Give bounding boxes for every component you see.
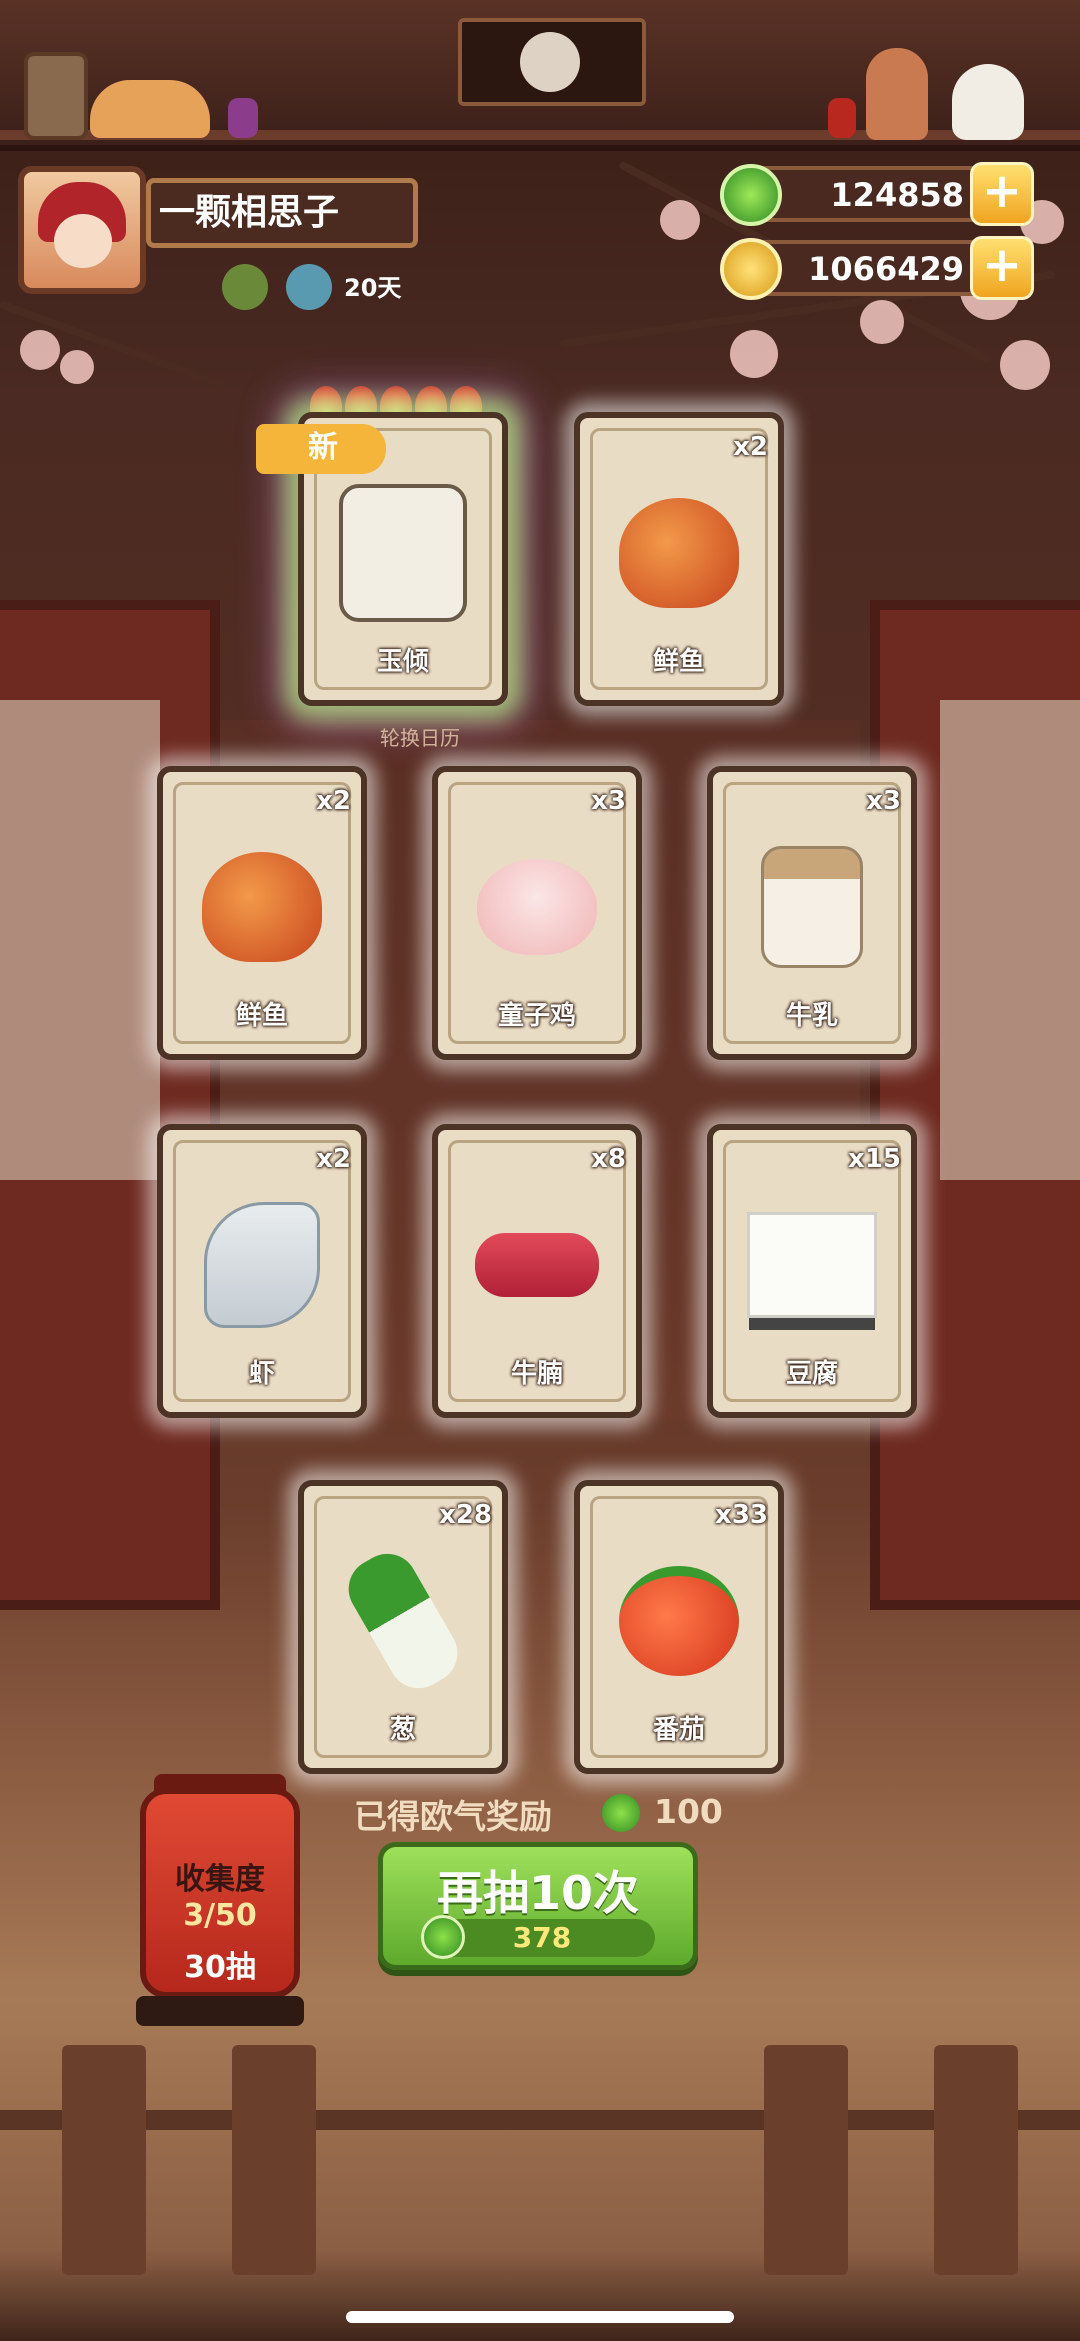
fish-icon [202, 852, 322, 963]
card-2[interactable]: x2 鲜鱼 [157, 766, 367, 1060]
card-label: 玉倾 [376, 647, 429, 677]
fence-post [62, 2045, 146, 2275]
player-name[interactable]: 一颗相思子 [146, 178, 418, 248]
beef-icon [475, 1233, 599, 1298]
card-qty: x3 [866, 786, 901, 816]
collection-draws: 30抽 [184, 1950, 256, 1985]
card-5[interactable]: x2 虾 [157, 1124, 367, 1418]
card-4[interactable]: x3 牛乳 [707, 766, 917, 1060]
card-label: 葱 [389, 1715, 416, 1745]
child-character-icon [866, 48, 928, 140]
card-label: 牛乳 [785, 1001, 838, 1031]
card-1[interactable]: x2 鲜鱼 [574, 412, 784, 706]
reward-value: 100 [654, 1792, 723, 1831]
collection-title: 收集度 [175, 1862, 265, 1897]
left-window-lattice [0, 700, 160, 1180]
add-gold-button[interactable]: + [970, 236, 1034, 300]
card-qty: x28 [439, 1500, 492, 1530]
scroll-box-icon [24, 52, 88, 140]
streak-days: 20天 [344, 274, 402, 302]
jade-coin-icon [720, 164, 782, 226]
lantern-stand [136, 1996, 304, 2026]
fence-rail [0, 2110, 1080, 2130]
card-label: 虾 [248, 1359, 275, 1389]
cup-icon [828, 98, 856, 138]
cup-icon [228, 98, 258, 138]
shrimp-icon [204, 1202, 320, 1329]
jade-amount: 124858 [830, 176, 964, 214]
bowl-reward-icon[interactable] [286, 264, 332, 310]
player-avatar[interactable] [18, 166, 146, 294]
draw-cost-value: 378 [512, 1921, 572, 1954]
card-3[interactable]: x3 童子鸡 [432, 766, 642, 1060]
draw-again-label: 再抽10次 [436, 1866, 639, 1920]
fence-post [232, 2045, 316, 2275]
card-qty: x2 [316, 1144, 351, 1174]
collection-progress: 3/50 [183, 1898, 257, 1933]
jade-currency: 124858 + [720, 162, 1034, 226]
card-qty: x33 [715, 1500, 768, 1530]
card-qty: x3 [591, 786, 626, 816]
add-jade-button[interactable]: + [970, 162, 1034, 226]
blossom-icon [860, 300, 904, 344]
card-qty: x2 [733, 432, 768, 462]
calendar-caption: 轮换日历 [380, 726, 460, 750]
blossom-icon [20, 330, 60, 370]
new-badge: 新 [256, 424, 386, 474]
card-9[interactable]: x33 番茄 [574, 1480, 784, 1774]
white-cat-icon [952, 64, 1024, 140]
collection-lantern-button[interactable]: 收集度 3/50 30抽 [140, 1788, 300, 1998]
card-8[interactable]: x28 葱 [298, 1480, 508, 1774]
card-7[interactable]: x15 豆腐 [707, 1124, 917, 1418]
card-label: 鲜鱼 [235, 1001, 288, 1031]
character-icon [339, 484, 467, 623]
draw-cost: 378 [421, 1915, 655, 1959]
blossom-icon [660, 200, 700, 240]
jade-coin-icon [602, 1794, 640, 1832]
tofu-icon [747, 1212, 877, 1319]
draw-again-button[interactable]: 再抽10次 378 [378, 1842, 698, 1970]
blossom-icon [730, 330, 778, 378]
reward-label: 已得欧气奖励 [354, 1797, 552, 1836]
blossom-icon [60, 350, 94, 384]
tomato-icon [619, 1566, 739, 1677]
card-label: 牛腩 [510, 1359, 563, 1389]
card-qty: x15 [848, 1144, 901, 1174]
avatar-face [54, 214, 112, 268]
card-label: 豆腐 [785, 1359, 838, 1389]
hanging-scroll [458, 18, 646, 106]
home-indicator[interactable] [346, 2311, 734, 2323]
scroll-reward-icon[interactable] [222, 264, 268, 310]
card-label: 番茄 [652, 1715, 705, 1745]
blossom-icon [1000, 340, 1050, 390]
fence-post [764, 2045, 848, 2275]
chicken-icon [477, 859, 597, 956]
fence-post [934, 2045, 1018, 2275]
cat-icon [90, 80, 210, 138]
card-label: 童子鸡 [497, 1001, 576, 1031]
gold-amount: 1066429 [808, 250, 964, 288]
scroll-portrait-icon [520, 32, 580, 92]
card-6[interactable]: x8 牛腩 [432, 1124, 642, 1418]
card-qty: x8 [591, 1144, 626, 1174]
right-window-lattice [940, 700, 1080, 1180]
gold-coin-icon [720, 238, 782, 300]
fish-icon [619, 498, 739, 609]
milk-jar-icon [761, 846, 863, 969]
card-label: 鲜鱼 [652, 647, 705, 677]
gold-currency: 1066429 + [720, 236, 1034, 300]
card-qty: x2 [316, 786, 351, 816]
